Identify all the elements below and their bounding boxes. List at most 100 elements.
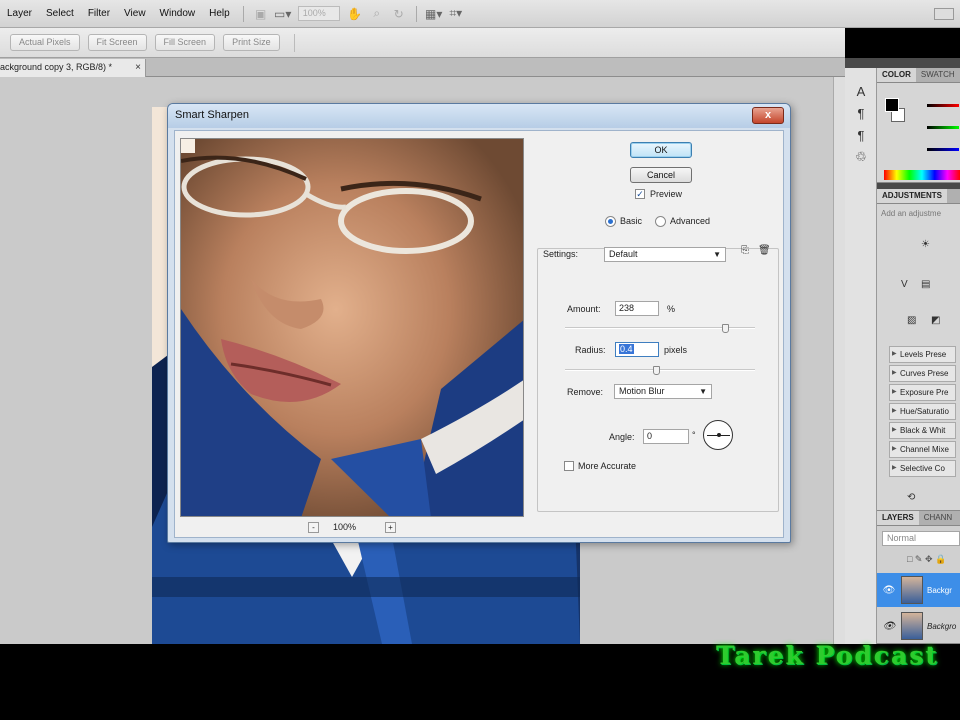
smart-sharpen-dialog: Smart Sharpen x - 100% + OK Cancel ✓ Pre…	[167, 103, 791, 543]
layer-row-selected[interactable]: 👁 Backgr	[877, 573, 960, 607]
layer-row[interactable]: 👁 Backgro	[877, 609, 960, 643]
lock-icons[interactable]: □ ✎ ✥ 🔒	[907, 554, 946, 565]
filter-preview[interactable]	[180, 138, 524, 517]
preset-hue-saturation[interactable]: Hue/Saturatio	[889, 403, 956, 420]
zoom-in-button[interactable]: +	[385, 522, 396, 533]
menu-filter[interactable]: Filter	[81, 8, 117, 19]
settings-select[interactable]: Default ▼	[604, 247, 726, 262]
visibility-eye-icon[interactable]: 👁	[877, 621, 901, 632]
menu-layer[interactable]: Layer	[0, 8, 39, 19]
angle-input[interactable]: 0	[643, 429, 689, 444]
menu-help[interactable]: Help	[202, 8, 237, 19]
radius-value: 0.4	[619, 344, 634, 354]
radius-unit: pixels	[664, 345, 688, 355]
document-tab[interactable]: ackground copy 3, RGB/8) * ×	[0, 59, 146, 77]
preset-selective-color[interactable]: Selective Co	[889, 460, 956, 477]
dialog-title: Smart Sharpen	[175, 109, 249, 121]
preset-levels[interactable]: Levels Prese	[889, 346, 956, 363]
tab-adjustments[interactable]: ADJUSTMENTS	[877, 189, 948, 203]
menu-select[interactable]: Select	[39, 8, 81, 19]
zoom-level-field[interactable]: 100%	[297, 6, 340, 21]
brightness-icon[interactable]: ☀	[921, 239, 930, 250]
blend-mode-select[interactable]: Normal	[882, 531, 960, 546]
preset-black-white[interactable]: Black & Whit	[889, 422, 956, 439]
basic-label: Basic	[620, 216, 643, 226]
more-accurate-checkbox[interactable]	[564, 461, 574, 471]
close-tab-icon[interactable]: ×	[135, 59, 141, 76]
remove-select[interactable]: Motion Blur ▼	[614, 384, 712, 399]
advanced-label: Advanced	[670, 216, 711, 226]
layer-name: Backgr	[927, 585, 952, 595]
fit-screen-button[interactable]: Fit Screen	[87, 34, 147, 51]
menu-view[interactable]: View	[117, 8, 153, 19]
radius-slider-track[interactable]	[565, 369, 755, 371]
red-slider[interactable]	[927, 104, 959, 107]
dialog-close-button[interactable]: x	[752, 107, 784, 124]
zoom-out-button[interactable]: -	[308, 522, 319, 533]
tab-channels[interactable]: CHANN	[919, 511, 957, 525]
return-to-list-icon[interactable]: ⟲	[907, 492, 915, 503]
menu-divider	[415, 5, 417, 22]
hue-saturation-icon[interactable]: ▤	[921, 279, 930, 290]
paragraph-icon[interactable]: ¶	[845, 124, 877, 146]
radius-slider-thumb[interactable]	[653, 366, 660, 375]
window-control[interactable]	[934, 7, 954, 20]
preview-photo	[181, 139, 523, 516]
arrange-documents-icon[interactable]: ▦▾	[423, 6, 445, 22]
document-tab-bar: ackground copy 3, RGB/8) * ×	[0, 58, 845, 77]
foreground-color-swatch[interactable]	[885, 98, 899, 112]
preset-curves[interactable]: Curves Prese	[889, 365, 956, 382]
dialog-titlebar[interactable]: Smart Sharpen x	[168, 104, 790, 128]
preview-label: Preview	[650, 189, 683, 199]
print-size-button[interactable]: Print Size	[223, 34, 280, 51]
angle-label: Angle:	[609, 432, 635, 442]
preset-exposure[interactable]: Exposure Pre	[889, 384, 956, 401]
tab-layers[interactable]: LAYERS	[877, 511, 919, 525]
bridge-icon[interactable]: ▣	[250, 6, 272, 22]
green-slider[interactable]	[927, 126, 959, 129]
cancel-button[interactable]: Cancel	[630, 167, 692, 183]
settings-group-box	[537, 248, 779, 512]
save-settings-icon[interactable]: ⎘	[741, 245, 749, 256]
menu-window[interactable]: Window	[153, 8, 203, 19]
preset-channel-mixer[interactable]: Channel Mixe	[889, 441, 956, 458]
amount-value: 238	[619, 303, 635, 313]
radius-input[interactable]: 0.4	[615, 342, 659, 357]
gradient-map-icon[interactable]: ◩	[931, 315, 940, 326]
amount-input[interactable]: 238	[615, 301, 659, 316]
photo-filter-icon[interactable]: ▨	[907, 315, 916, 326]
hand-tool-icon[interactable]: ✋	[344, 6, 366, 22]
settings-label: Settings:	[543, 249, 579, 259]
advanced-radio[interactable]	[655, 216, 666, 227]
tab-color[interactable]: COLOR	[877, 68, 916, 82]
remove-label: Remove:	[567, 387, 604, 397]
vertical-scrollbar[interactable]	[833, 77, 845, 644]
history-icon[interactable]: A	[845, 80, 877, 102]
delete-settings-icon[interactable]: 🗑	[758, 245, 771, 256]
angle-dial[interactable]	[703, 420, 733, 450]
character-icon[interactable]: ¶	[845, 102, 877, 124]
screen-mode-icon[interactable]: ▭▾	[272, 6, 294, 22]
fill-screen-button[interactable]: Fill Screen	[154, 34, 216, 51]
clone-source-icon[interactable]: ♲	[845, 146, 877, 168]
color-spectrum-bar[interactable]	[884, 170, 960, 180]
presets-list: Levels Prese Curves Prese Exposure Pre H…	[877, 344, 960, 477]
zoom-tool-icon[interactable]: ⌕	[366, 6, 388, 22]
vibrance-icon[interactable]: V	[901, 279, 908, 290]
basic-radio[interactable]	[605, 216, 616, 227]
rotate-view-icon[interactable]: ↻	[388, 6, 410, 22]
visibility-eye-icon[interactable]: 👁	[877, 585, 901, 596]
ok-button[interactable]: OK	[630, 142, 692, 158]
menu-bar: Layer Select Filter View Window Help ▣ ▭…	[0, 0, 960, 28]
remove-value: Motion Blur	[619, 386, 665, 396]
preview-checkbox[interactable]: ✓	[635, 189, 645, 199]
workspace-icon[interactable]: ⌗▾	[445, 6, 467, 22]
adjustments-panel: ADJUSTMENTS Add an adjustme ☀ V ▤ ▨ ◩ Le…	[877, 189, 960, 511]
tab-swatches[interactable]: SWATCH	[916, 68, 960, 82]
actual-pixels-button[interactable]: Actual Pixels	[10, 34, 80, 51]
amount-slider-thumb[interactable]	[722, 324, 729, 333]
blue-slider[interactable]	[927, 148, 959, 151]
document-tab-label: ackground copy 3, RGB/8) *	[0, 62, 113, 72]
options-bar: Actual Pixels Fit Screen Fill Screen Pri…	[0, 28, 845, 58]
panel-icon-strip: A ¶ ¶ ♲	[845, 68, 877, 644]
